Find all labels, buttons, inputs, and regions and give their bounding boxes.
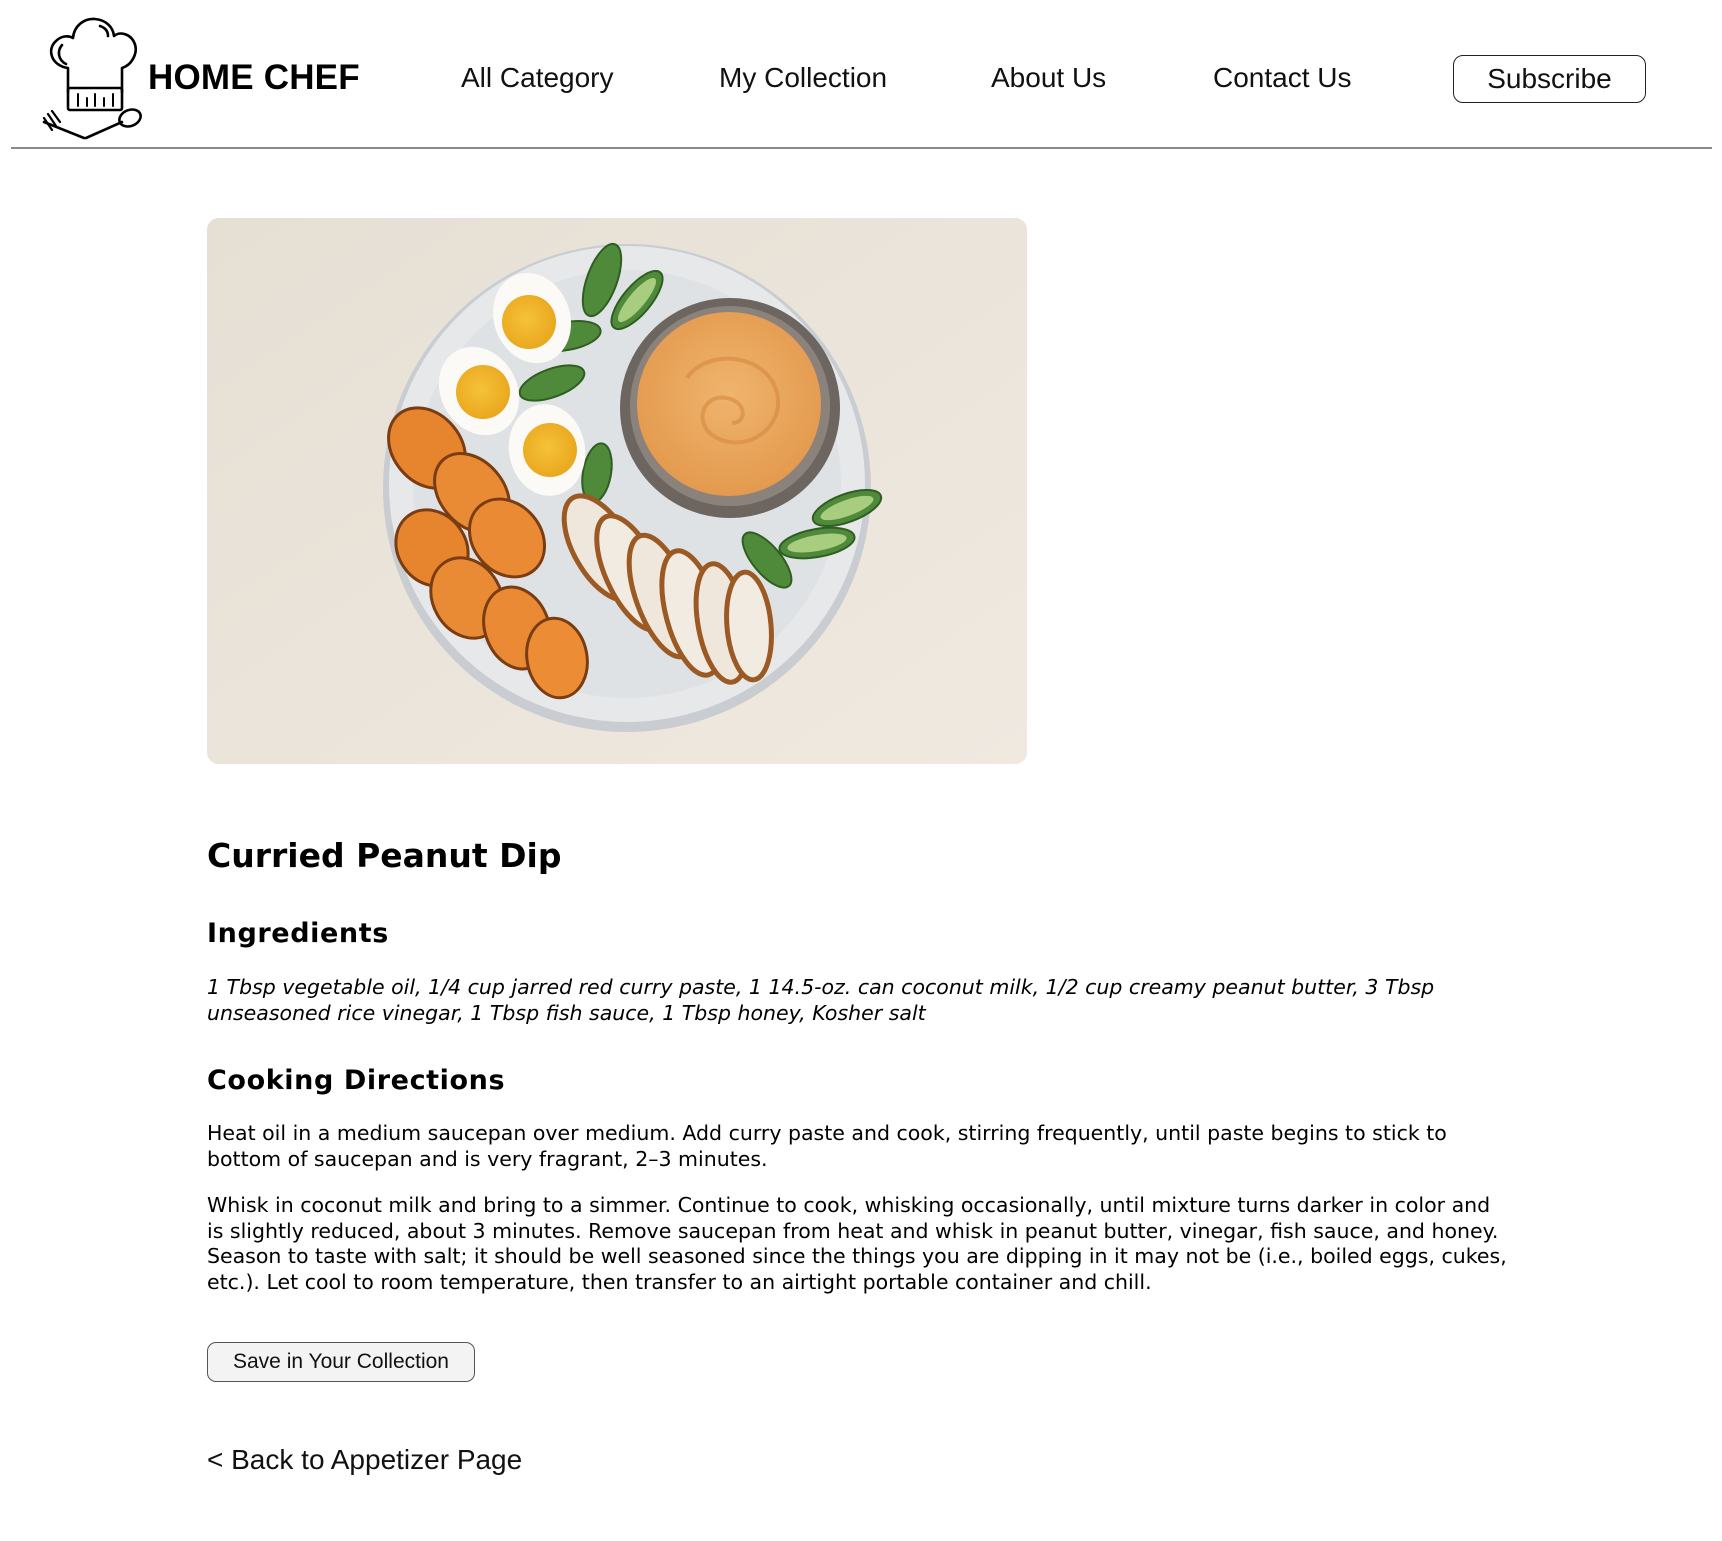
nav-all-category[interactable]: All Category bbox=[461, 62, 614, 94]
direction-step: Whisk in coconut milk and bring to a sim… bbox=[207, 1193, 1507, 1294]
subscribe-button[interactable]: Subscribe bbox=[1453, 55, 1646, 103]
site-header: HOME CHEF All Category My Collection Abo… bbox=[0, 0, 1722, 150]
nav-contact-us[interactable]: Contact Us bbox=[1213, 62, 1352, 94]
direction-step: Heat oil in a medium saucepan over mediu… bbox=[207, 1121, 1447, 1171]
back-to-appetizer-link[interactable]: < Back to Appetizer Page bbox=[207, 1444, 522, 1476]
save-to-collection-button[interactable]: Save in Your Collection bbox=[207, 1342, 475, 1382]
ingredients-heading: Ingredients bbox=[207, 918, 389, 949]
ingredients-list: 1 Tbsp vegetable oil, 1/4 cup jarred red… bbox=[207, 975, 1435, 1025]
nav-about-us[interactable]: About Us bbox=[991, 62, 1106, 94]
directions-heading: Cooking Directions bbox=[207, 1065, 506, 1096]
recipe-image bbox=[207, 218, 1027, 764]
nav-my-collection[interactable]: My Collection bbox=[719, 62, 887, 94]
header-divider bbox=[11, 147, 1712, 149]
recipe-title: Curried Peanut Dip bbox=[207, 836, 562, 875]
chef-hat-icon[interactable] bbox=[42, 14, 144, 140]
brand-name[interactable]: HOME CHEF bbox=[148, 58, 360, 98]
